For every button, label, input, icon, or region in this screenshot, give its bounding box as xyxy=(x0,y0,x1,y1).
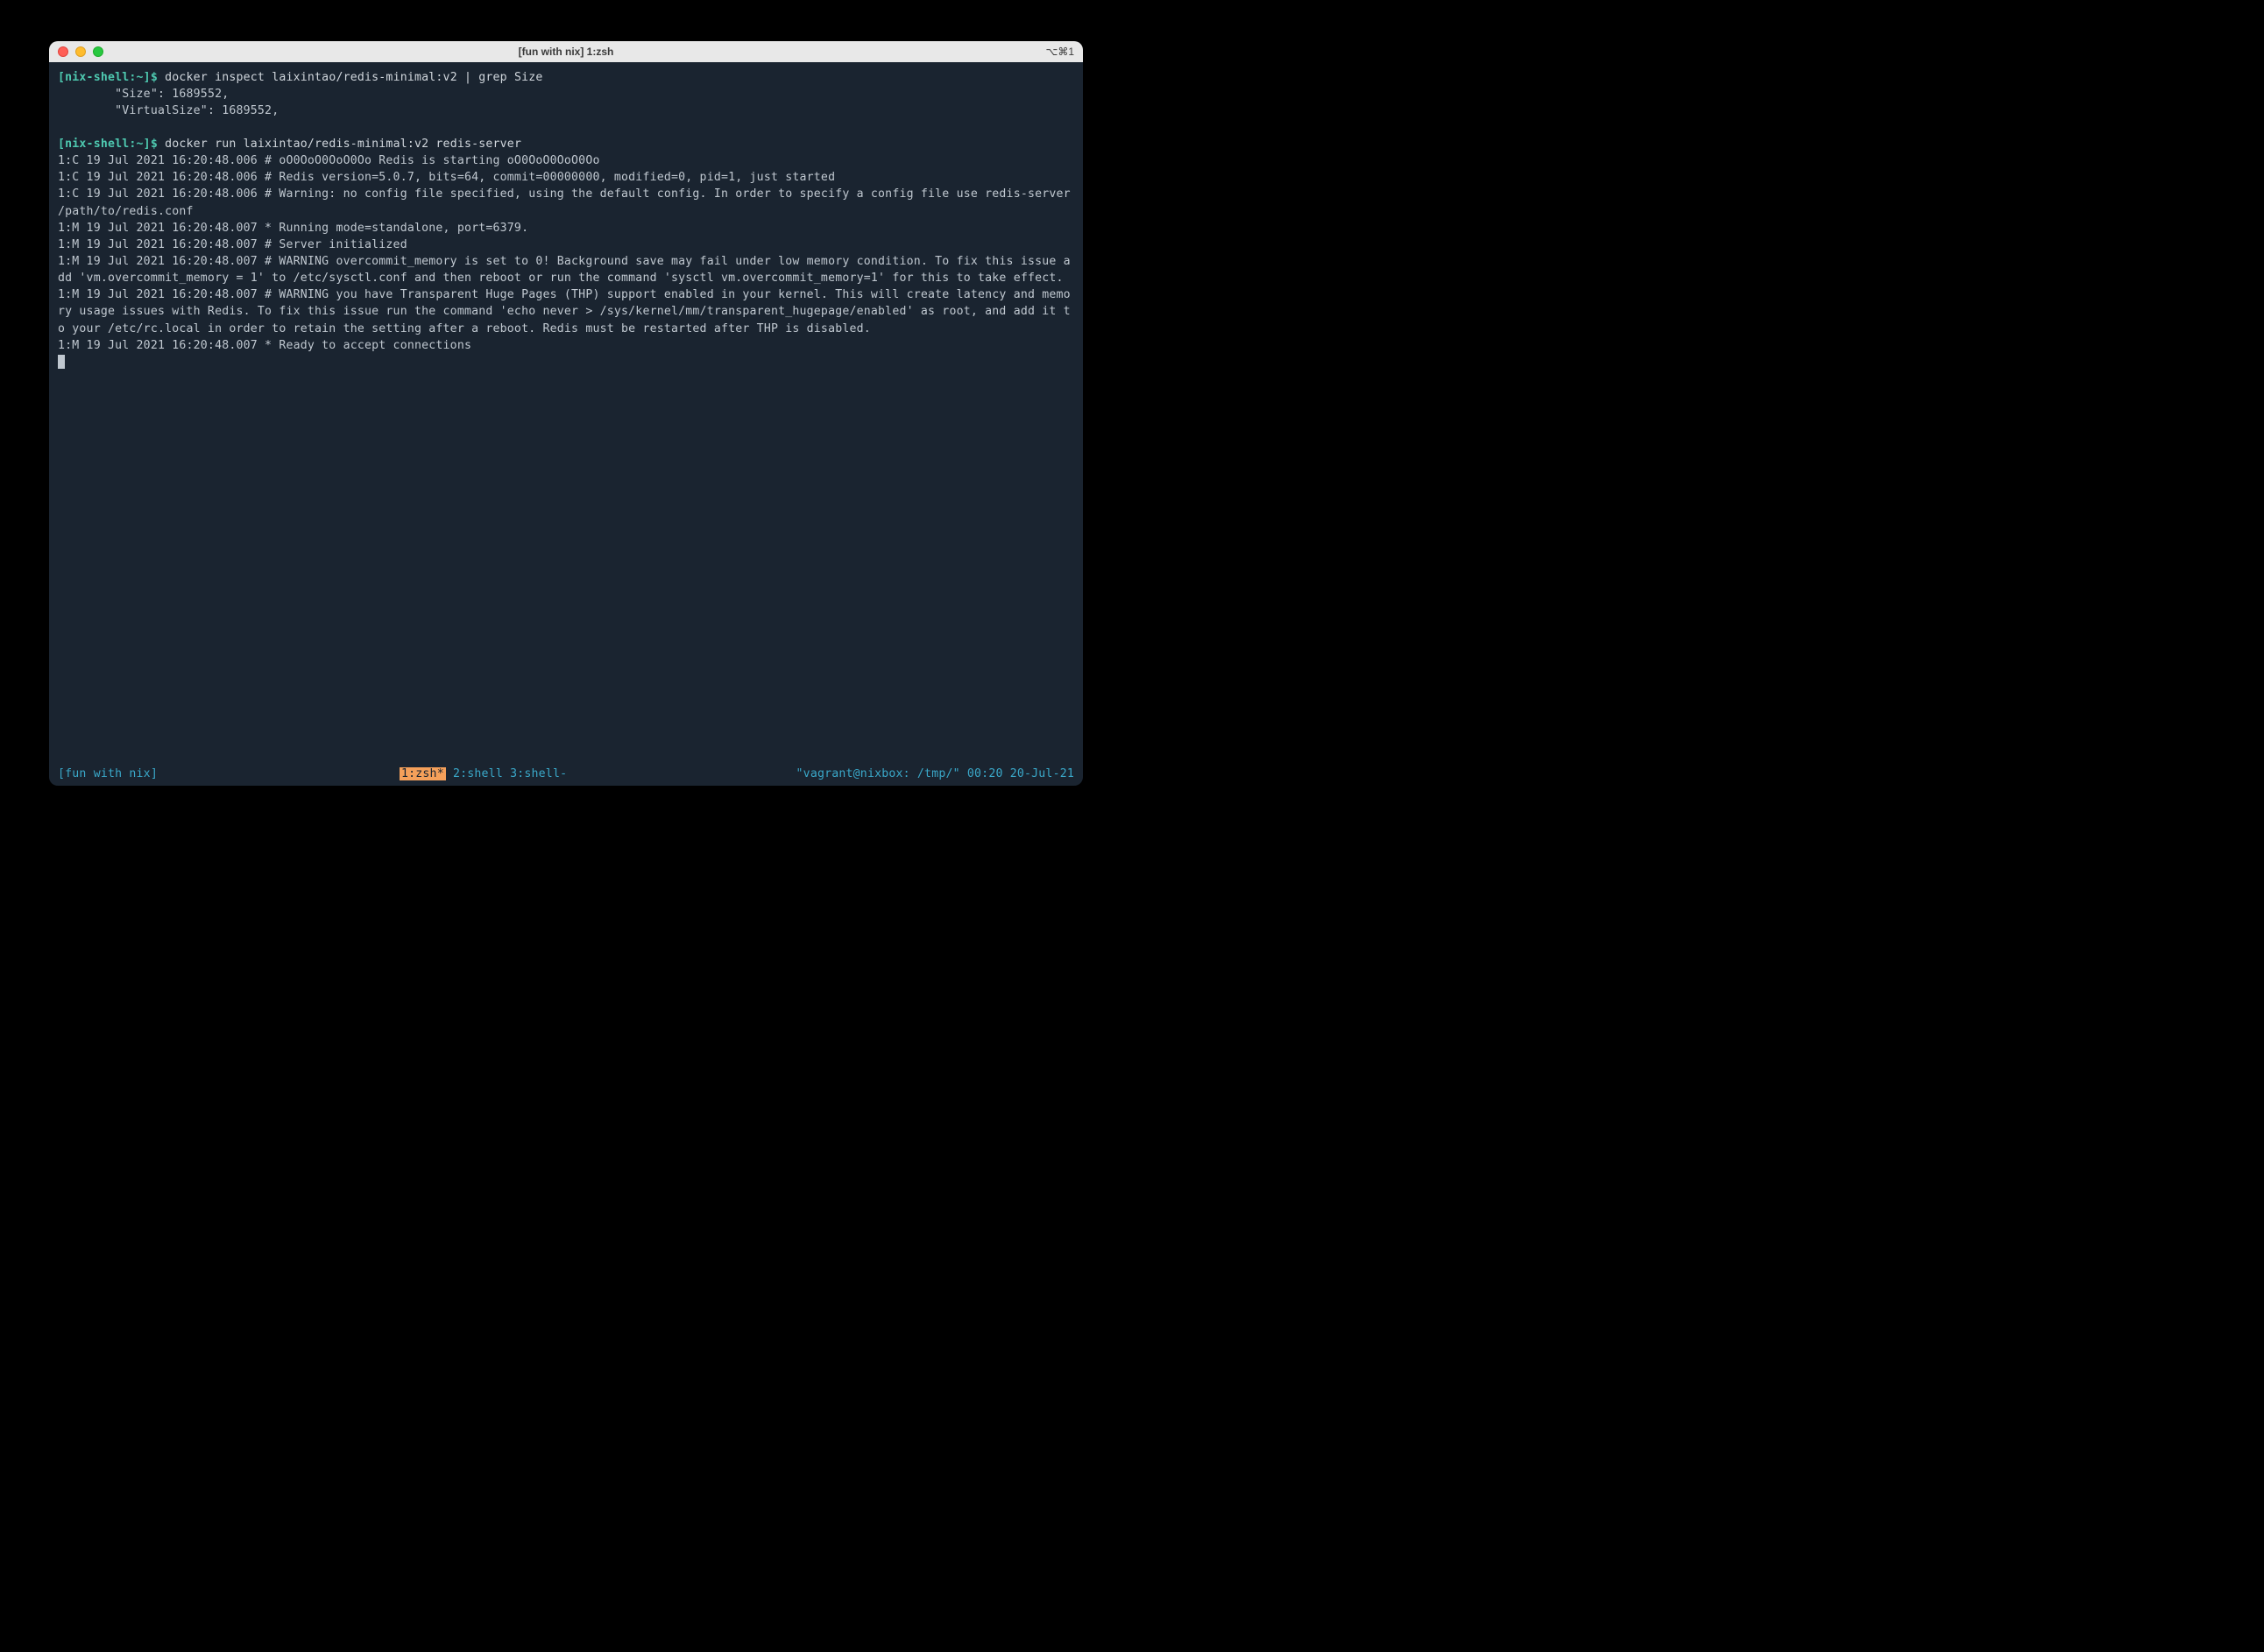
terminal-window: [fun with nix] 1:zsh ⌥⌘1 [nix-shell:~]$ … xyxy=(49,41,1083,786)
terminal-line: [nix-shell:~]$ docker inspect laixintao/… xyxy=(58,69,1074,86)
tmux-tab[interactable]: 2:shell xyxy=(446,767,510,780)
minimize-icon[interactable] xyxy=(75,46,86,57)
maximize-icon[interactable] xyxy=(93,46,103,57)
tmux-tab-active[interactable]: 1:zsh* xyxy=(400,767,446,780)
cursor-icon xyxy=(58,355,65,369)
titlebar: [fun with nix] 1:zsh ⌥⌘1 xyxy=(49,41,1083,62)
terminal-body[interactable]: [nix-shell:~]$ docker inspect laixintao/… xyxy=(49,62,1083,768)
tmux-session-name: [fun with nix] xyxy=(58,767,158,780)
traffic-lights xyxy=(58,46,103,57)
spacer xyxy=(58,371,1074,760)
command-text: docker inspect laixintao/redis-minimal:v… xyxy=(158,71,543,84)
shell-prompt: [nix-shell:~]$ xyxy=(58,138,158,151)
window-shortcut: ⌥⌘1 xyxy=(1045,46,1074,58)
terminal-output: "VirtualSize": 1689552, xyxy=(58,102,1074,119)
terminal-line: [nix-shell:~]$ docker run laixintao/redi… xyxy=(58,136,1074,152)
terminal-output: 1:C 19 Jul 2021 16:20:48.006 # oO0OoO0Oo… xyxy=(58,152,1074,354)
tmux-statusbar: [fun with nix] 1:zsh* 2:shell 3:shell- "… xyxy=(49,768,1083,786)
command-text: docker run laixintao/redis-minimal:v2 re… xyxy=(158,138,521,151)
terminal-output: "Size": 1689552, xyxy=(58,86,1074,102)
tmux-tab[interactable]: 3:shell- xyxy=(510,767,567,780)
tmux-tabs: 1:zsh* 2:shell 3:shell- xyxy=(400,767,567,780)
shell-prompt: [nix-shell:~]$ xyxy=(58,71,158,84)
close-icon[interactable] xyxy=(58,46,68,57)
cursor-line xyxy=(58,354,1074,371)
tmux-status-right: "vagrant@nixbox: /tmp/" 00:20 20-Jul-21 xyxy=(796,767,1074,780)
terminal-blank-line xyxy=(58,119,1074,136)
window-title: [fun with nix] 1:zsh xyxy=(519,46,614,58)
